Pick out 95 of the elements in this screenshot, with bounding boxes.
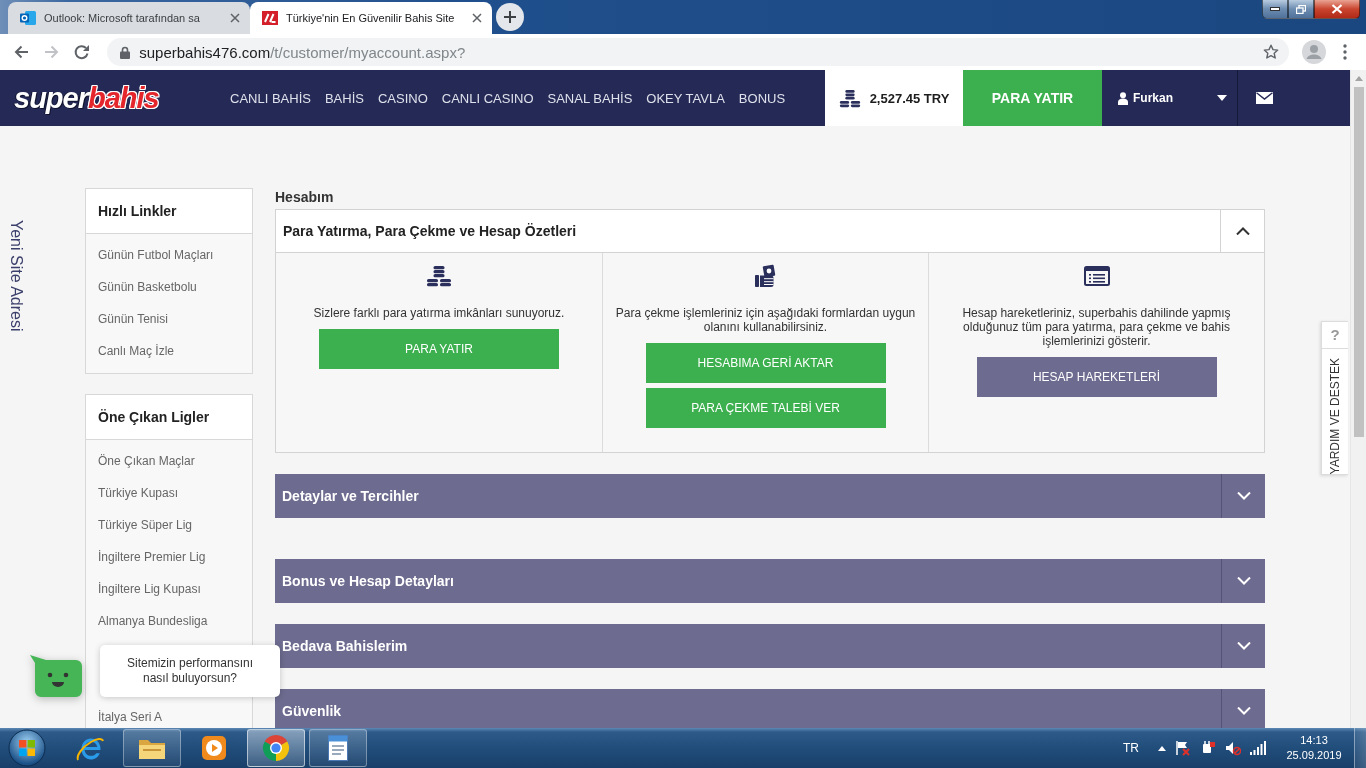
star-icon[interactable]	[1263, 44, 1280, 60]
scrollbar-thumb[interactable]	[1353, 87, 1364, 437]
browser-tab[interactable]: Türkiye'nin En Güvenilir Bahis Site	[250, 2, 492, 34]
nav-link[interactable]: OKEY TAVLA	[646, 90, 725, 106]
sidebar-link[interactable]: Türkiye Süper Lig	[86, 509, 252, 541]
sidebar-link[interactable]: İngiltere Lig Kupası	[86, 573, 252, 605]
description-text: Hesap hareketleriniz, superbahis dahilinde yapmış olduğunuz tüm para yatırma, para çekme ve bahis işlemlerinizi gösterir.	[961, 306, 1232, 348]
coins-icon	[426, 265, 452, 287]
accordion-title: Para Yatırma, Para Çekme ve Hesap Özetleri	[282, 223, 578, 239]
help-tab[interactable]: ? YARDIM VE DESTEK	[1321, 321, 1348, 475]
start-button[interactable]	[7, 728, 47, 768]
signal-bars-icon[interactable]	[1250, 741, 1266, 755]
close-button[interactable]	[1314, 0, 1360, 19]
balance-amount: 2,527.45 TRY	[869, 90, 950, 106]
nav-link[interactable]: BONUS	[738, 90, 786, 106]
taskbar-button[interactable]	[247, 729, 305, 767]
chevron-down-icon	[1236, 492, 1251, 500]
sidebar-link[interactable]: Günün Tenisi	[86, 303, 252, 335]
chevron-down-icon	[1236, 707, 1251, 715]
address-bar[interactable]: superbahis476.com/t/customer/myaccount.aspx?	[107, 38, 1290, 66]
nav-link[interactable]: CASINO	[377, 90, 428, 106]
hand-holding-money-icon	[753, 264, 778, 288]
chevron-down-icon	[1236, 577, 1251, 585]
arrow-left-icon	[13, 44, 30, 60]
sidebar-link[interactable]: Günün Basketbolu	[86, 271, 252, 303]
plus-icon	[504, 11, 516, 23]
new-tab-button[interactable]	[496, 3, 524, 31]
taskbar-button[interactable]	[123, 729, 181, 767]
nav-link[interactable]: BAHİS	[324, 90, 364, 106]
description-text: Para çekme işlemleriniz için aşağıdaki formlardan uygun olanını kullanabilirsiniz.	[614, 306, 917, 334]
close-icon	[1331, 4, 1343, 14]
restore-button[interactable]	[1288, 0, 1314, 19]
sidebar-link[interactable]: Canlı Maç İzle	[86, 335, 252, 367]
sidebar-link[interactable]: Günün Futbol Maçları	[86, 239, 252, 271]
arrow-right-icon	[43, 44, 60, 60]
action-button[interactable]: HESAP HAREKETLERİ	[976, 357, 1217, 397]
taskbar-button[interactable]	[309, 729, 367, 767]
page-title: Hesabım	[275, 188, 335, 206]
site-logo[interactable]: superbahis	[14, 81, 174, 115]
close-icon[interactable]	[472, 13, 482, 23]
round-browser-icon	[262, 734, 290, 762]
accordion-title: Detaylar ve Tercihler	[281, 488, 420, 504]
flag-icon[interactable]	[1175, 740, 1191, 756]
card-header: Öne Çıkan Ligler	[86, 395, 252, 440]
accordion-title: Bonus ve Hesap Detayları	[281, 573, 455, 589]
scrollbar[interactable]	[1350, 70, 1366, 728]
sidebar-link[interactable]: İtalya Seri A	[86, 701, 252, 728]
speaker-muted-icon[interactable]	[1225, 740, 1241, 756]
sidebar-link[interactable]: İngiltere Premier Lig	[86, 541, 252, 573]
document-icon	[325, 734, 351, 762]
chevron-down-icon	[1236, 642, 1251, 650]
profile-button[interactable]	[1301, 38, 1328, 66]
accordion-header[interactable]: Bonus ve Hesap Detayları	[275, 559, 1265, 603]
language-indicator[interactable]: TR	[1123, 741, 1139, 755]
restore-icon	[1296, 4, 1306, 14]
triangle-up-icon[interactable]	[1158, 745, 1166, 751]
minimize-button[interactable]	[1262, 0, 1288, 19]
mail-app-icon	[20, 10, 36, 26]
start-orb-icon	[8, 729, 46, 767]
feedback-prompt[interactable]: Sitemizin performansını nasıl buluyorsun?	[100, 645, 280, 697]
accordion-header[interactable]: Güvenlik	[275, 689, 1265, 728]
accordion-title: Bedava Bahislerim	[281, 638, 409, 654]
sidebar-link[interactable]: Öne Çıkan Maçlar	[86, 445, 252, 477]
nav-link[interactable]: CANLI CASINO	[441, 90, 534, 106]
chevron-up-icon	[1235, 227, 1250, 235]
clock-time[interactable]: 14:13	[1300, 733, 1328, 748]
logo-icon	[262, 11, 278, 25]
close-icon[interactable]	[230, 13, 240, 23]
nav-link[interactable]: SANAL BAHİS	[547, 90, 633, 106]
accordion-title: Güvenlik	[281, 703, 343, 719]
person-icon	[1118, 91, 1128, 105]
show-desktop-button[interactable]	[1354, 728, 1366, 768]
play-icon	[201, 735, 227, 761]
lock-icon	[120, 45, 131, 59]
card-header: Hızlı Linkler	[86, 189, 252, 234]
accordion-header[interactable]: Detaylar ve Tercihler	[275, 474, 1265, 518]
plug-icon[interactable]	[1200, 740, 1216, 756]
sidebar-link[interactable]: Almanya Bundesliga	[86, 605, 252, 637]
minimize-icon	[1270, 7, 1280, 11]
caret-down-icon	[1217, 95, 1227, 101]
sidebar-link[interactable]: Türkiye Kupası	[86, 477, 252, 509]
description-text: Sizlere farklı para yatırma imkânları sunuyoruz.	[312, 306, 566, 320]
list-icon	[1083, 266, 1110, 286]
nav-link[interactable]: CANLI BAHİS	[230, 90, 311, 106]
browser-tab[interactable]: Outlook: Microsoft tarafından sa	[8, 2, 250, 34]
coins-icon	[838, 88, 861, 108]
accordion-header[interactable]: Para Yatırma, Para Çekme ve Hesap Özetleri	[275, 209, 1265, 253]
avatar-icon	[1302, 40, 1327, 64]
clock-date[interactable]: 25.09.2019	[1286, 748, 1342, 763]
accordion-header[interactable]: Bedava Bahislerim	[275, 624, 1265, 668]
envelope-icon	[1255, 92, 1273, 104]
more-vertical-icon	[1342, 44, 1347, 60]
reload-icon	[74, 44, 90, 60]
new-site-link[interactable]: Yeni Site Adresi	[7, 220, 25, 332]
smiley-chat-icon[interactable]	[30, 655, 82, 697]
